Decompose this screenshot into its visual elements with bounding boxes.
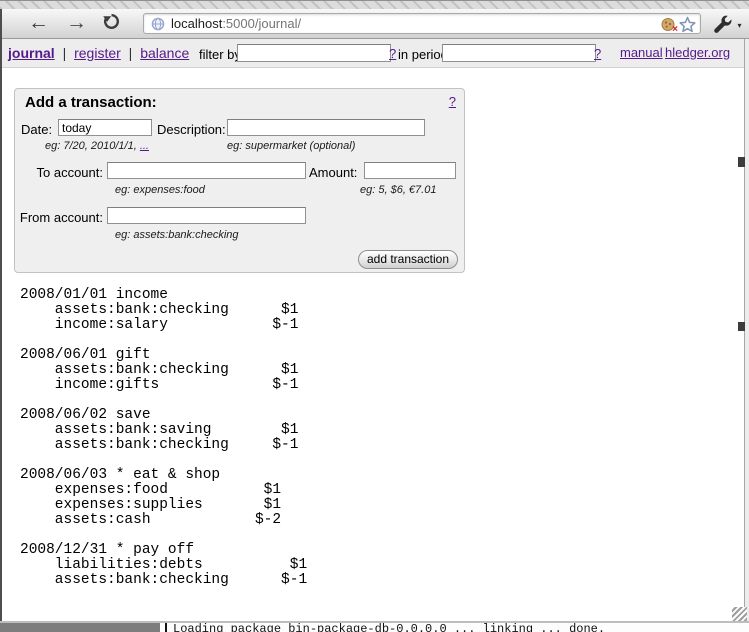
back-button[interactable]: ← <box>28 10 49 36</box>
filter-input[interactable] <box>237 44 391 62</box>
window-left-border <box>0 9 2 623</box>
terminal-border <box>165 623 167 632</box>
description-input[interactable] <box>227 119 425 136</box>
bookmark-star-icon[interactable] <box>679 16 696 33</box>
hledger-org-link[interactable]: hledger.org <box>665 45 730 60</box>
scrollbar-mark-top <box>738 157 745 167</box>
resize-grip-icon[interactable] <box>732 607 747 622</box>
date-input[interactable] <box>58 119 152 136</box>
form-title: Add a transaction: <box>25 94 157 111</box>
wrench-menu-button[interactable]: ▾ <box>713 14 741 39</box>
globe-icon <box>151 17 165 31</box>
nav-register-link[interactable]: register <box>74 45 121 61</box>
url-host: localhost <box>171 16 222 31</box>
date-hint-text: eg: 7/20, 2010/1/1, <box>45 140 140 152</box>
nav-journal-link[interactable]: journal <box>8 45 55 61</box>
from-account-input[interactable] <box>107 207 306 224</box>
amount-input[interactable] <box>364 162 456 179</box>
terminal-window-peek: Loading package bin-package-db-0.0.0.0 .… <box>160 623 749 632</box>
address-bar[interactable]: localhost:5000/journal/ × <box>143 13 701 34</box>
wrench-icon <box>713 14 733 34</box>
date-hint-more-link[interactable]: ... <box>140 140 149 152</box>
section-links: journal | register | balance <box>8 45 189 61</box>
nav-separator: | <box>63 45 67 61</box>
window-right-gutter <box>745 39 749 622</box>
nav-separator: | <box>129 45 133 61</box>
add-transaction-form: Add a transaction: ? Date: Description: … <box>14 88 465 273</box>
scrollbar-mark-bottom <box>738 322 745 331</box>
window-right-border <box>744 39 745 632</box>
reload-icon <box>102 12 121 31</box>
date-hint: eg: 7/20, 2010/1/1, ... <box>45 140 149 152</box>
period-help-link[interactable]: ? <box>594 46 601 61</box>
forward-button[interactable]: → <box>66 10 87 36</box>
to-account-hint: eg: expenses:food <box>115 184 205 196</box>
add-transaction-button[interactable]: add transaction <box>358 250 458 269</box>
wrench-caret: ▾ <box>737 21 741 30</box>
cookie-x-mark: × <box>672 24 678 35</box>
terminal-output-text: Loading package bin-package-db-0.0.0.0 .… <box>173 623 605 632</box>
description-label: Description: <box>157 122 226 137</box>
to-account-label: To account: <box>15 165 103 180</box>
period-input[interactable] <box>442 44 596 62</box>
form-help-link[interactable]: ? <box>449 94 456 109</box>
from-account-label: From account: <box>15 210 103 225</box>
nav-balance-link[interactable]: balance <box>140 45 189 61</box>
date-label: Date: <box>21 122 52 137</box>
manual-link[interactable]: manual <box>620 45 663 60</box>
window-titlebar-stripes <box>0 0 749 9</box>
url-path: :5000/journal/ <box>222 16 301 31</box>
to-account-input[interactable] <box>107 162 306 179</box>
cookie-blocked-icon[interactable]: × <box>661 17 676 32</box>
browser-toolbar: ← → localhost:5000/journal/ <box>0 9 749 39</box>
description-hint: eg: supermarket (optional) <box>227 140 355 152</box>
amount-hint: eg: 5, $6, €7.01 <box>360 184 436 196</box>
journal-entries: 2008/01/01 income assets:bank:checking $… <box>20 288 307 588</box>
filter-help-link[interactable]: ? <box>389 46 396 61</box>
from-account-hint: eg: assets:bank:checking <box>115 229 239 241</box>
amount-label: Amount: <box>309 165 357 180</box>
reload-button[interactable] <box>102 12 121 38</box>
hledger-navbar: journal | register | balance filter by: … <box>0 39 749 68</box>
